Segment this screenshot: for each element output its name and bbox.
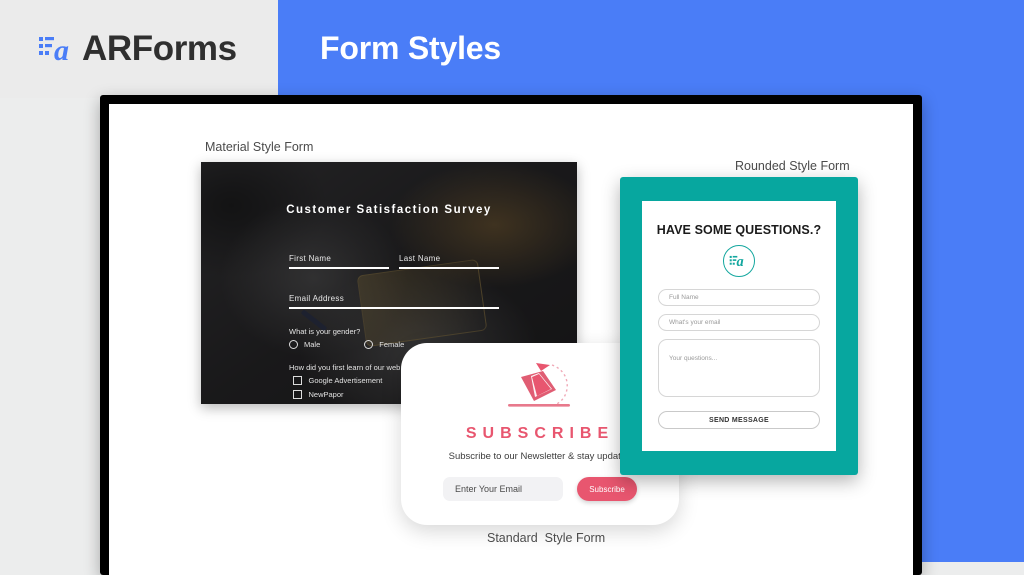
radio-label-male: Male [304,340,321,349]
brand-block: a ARForms [0,0,278,98]
caption-material-style-form: Material Style Form [205,140,314,154]
radio-circle-icon [289,340,298,349]
radio-circle-icon [364,340,374,349]
subscribe-email-placeholder: Enter Your Email [455,484,523,494]
rounded-message-placeholder: Your questions... [669,355,718,362]
svg-text:a: a [736,254,743,270]
rounded-message-textarea[interactable]: Your questions... [658,339,820,397]
rounded-email-placeholder: What's your email [669,319,721,326]
subscribe-email-input[interactable]: Enter Your Email [443,477,563,501]
title-block: Form Styles [278,0,1024,98]
caption-rounded-style-form: Rounded Style Form [735,159,850,173]
svg-text:a: a [54,34,69,67]
checkbox-option-google-advertisement[interactable]: Google Advertisement [293,376,382,385]
caption-standard-style-form: Standard Style Form [487,531,606,545]
subscribe-button[interactable]: Subscribe [577,477,637,501]
radio-option-male[interactable]: Male [289,340,320,349]
subscribe-form-row: Enter Your Email Subscribe [443,477,637,501]
device-screen: Material Style Form Customer Satisfactio… [109,104,913,575]
first-name-field[interactable]: First Name [289,254,389,269]
paper-plane-icon [494,359,586,417]
email-address-underline [289,307,499,309]
checkbox-label-google-advertisement: Google Advertisement [308,376,383,385]
brand-name: ARForms [82,29,237,68]
first-name-underline [289,267,389,269]
device-frame: Material Style Form Customer Satisfactio… [100,95,922,575]
send-message-button-label: SEND MESSAGE [709,416,769,424]
send-message-button[interactable]: SEND MESSAGE [658,411,820,429]
gender-question-label: What is your gender? [289,327,361,336]
checkbox-square-icon [293,390,302,399]
gender-radio-group: Male Female [289,340,404,349]
checkbox-label-newpapor: NewPapor [308,390,344,399]
rounded-full-name-placeholder: Full Name [669,294,699,301]
checkbox-square-icon [293,376,302,385]
arforms-a-logo-icon: a [38,28,80,70]
last-name-field[interactable]: Last Name [399,254,499,269]
arforms-a-circle-logo-icon: a [723,245,755,277]
first-name-label: First Name [289,254,332,263]
email-address-field[interactable]: Email Address [289,294,499,309]
rounded-full-name-input[interactable]: Full Name [658,289,820,306]
header-bar: a ARForms Form Styles [0,0,1024,98]
radio-option-female[interactable]: Female [364,340,404,349]
rounded-form-inner-panel: HAVE SOME QUESTIONS.? a Full Name What's… [642,201,836,451]
last-name-label: Last Name [399,254,441,263]
last-name-underline [399,267,499,269]
rounded-style-form-card: HAVE SOME QUESTIONS.? a Full Name What's… [620,177,858,475]
material-form-title: Customer Satisfaction Survey [286,204,492,216]
checkbox-option-newpapor[interactable]: NewPapor [293,390,382,399]
email-address-label: Email Address [289,294,345,303]
rounded-form-title: HAVE SOME QUESTIONS.? [656,223,822,237]
subscribe-button-label: Subscribe [589,484,625,494]
source-question-label: How did you first learn of our web site? [289,363,419,372]
radio-label-female: Female [379,340,405,349]
source-checkbox-group: Google Advertisement NewPapor Website [293,376,382,404]
page-title: Form Styles [320,30,501,66]
rounded-email-input[interactable]: What's your email [658,314,820,331]
